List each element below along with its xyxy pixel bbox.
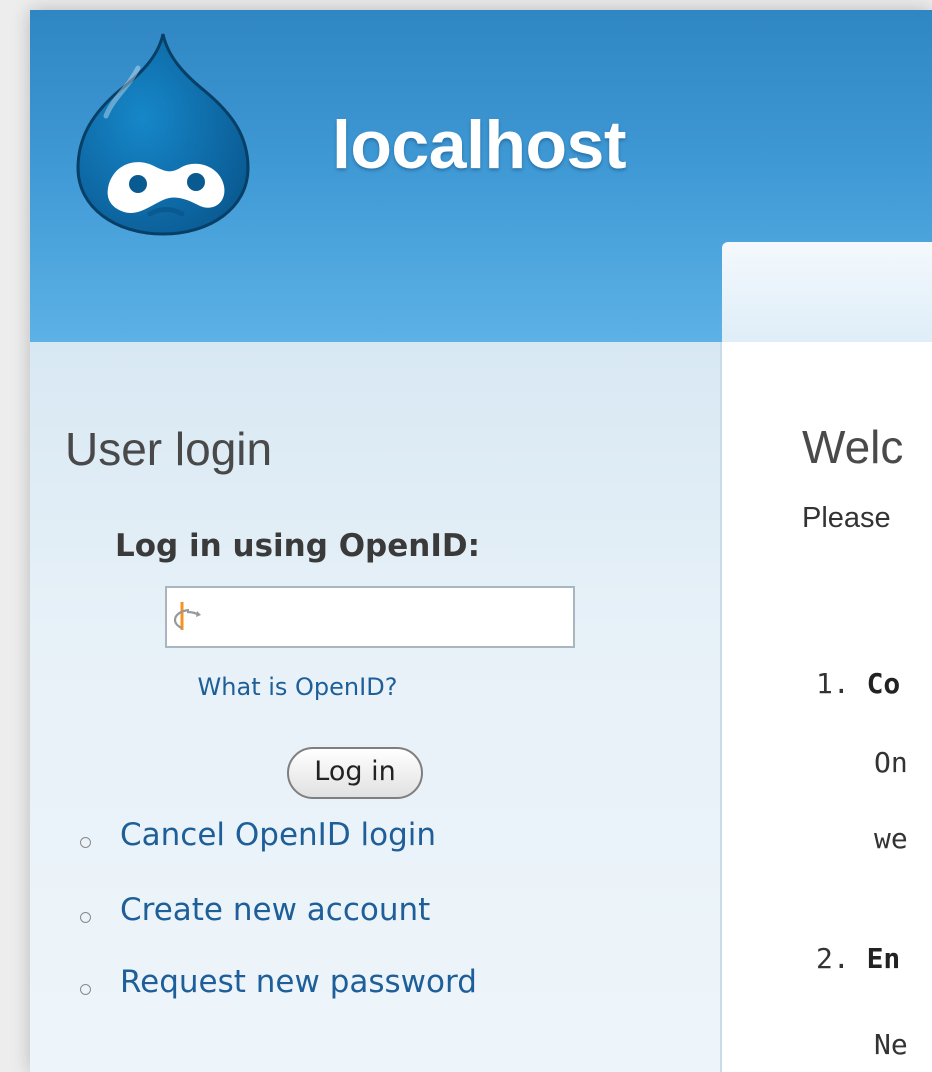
site-name[interactable]: localhost: [332, 106, 627, 184]
openid-label: Log in using OpenID:: [114, 528, 481, 564]
openid-icon: [173, 602, 201, 630]
step-2-heading: 2. En: [816, 942, 900, 975]
step-2-line-1: Ne: [874, 1028, 908, 1061]
cancel-openid-login-item[interactable]: Cancel OpenID login: [30, 817, 650, 867]
page-title: Welc: [802, 421, 904, 473]
drupal-logo-icon[interactable]: [68, 28, 258, 238]
step-number: 1.: [816, 667, 850, 700]
step-title: Co: [866, 667, 901, 700]
bullet-icon: [80, 912, 91, 923]
openid-url-input[interactable]: [165, 586, 575, 648]
browser-viewport: localhost User login Log in using OpenID…: [30, 10, 932, 1072]
user-login-title: User login: [65, 423, 273, 475]
step-1-line-1: On: [874, 746, 908, 779]
step-1-heading: 1. Co: [816, 667, 900, 700]
main-content: Welc Please 1. Co On we 2. En Ne: [722, 342, 932, 1072]
what-is-openid-link[interactable]: What is OpenID?: [30, 673, 565, 701]
bullet-icon: [80, 984, 91, 995]
step-number: 2.: [816, 942, 850, 975]
primary-tab[interactable]: [722, 242, 932, 354]
request-new-password-item[interactable]: Request new password: [30, 964, 650, 1014]
request-new-password-link[interactable]: Request new password: [120, 964, 477, 1000]
create-new-account-link[interactable]: Create new account: [120, 892, 430, 928]
login-button[interactable]: Log in: [287, 747, 423, 799]
sidebar: User login Log in using OpenID: What is …: [30, 342, 722, 1072]
bullet-icon: [80, 837, 91, 848]
intro-text: Please: [802, 502, 891, 534]
step-1-line-2: we: [874, 822, 908, 855]
create-new-account-item[interactable]: Create new account: [30, 892, 650, 942]
cancel-openid-login-link[interactable]: Cancel OpenID login: [120, 817, 436, 853]
site-header: localhost: [30, 10, 932, 354]
step-title: En: [866, 942, 901, 975]
